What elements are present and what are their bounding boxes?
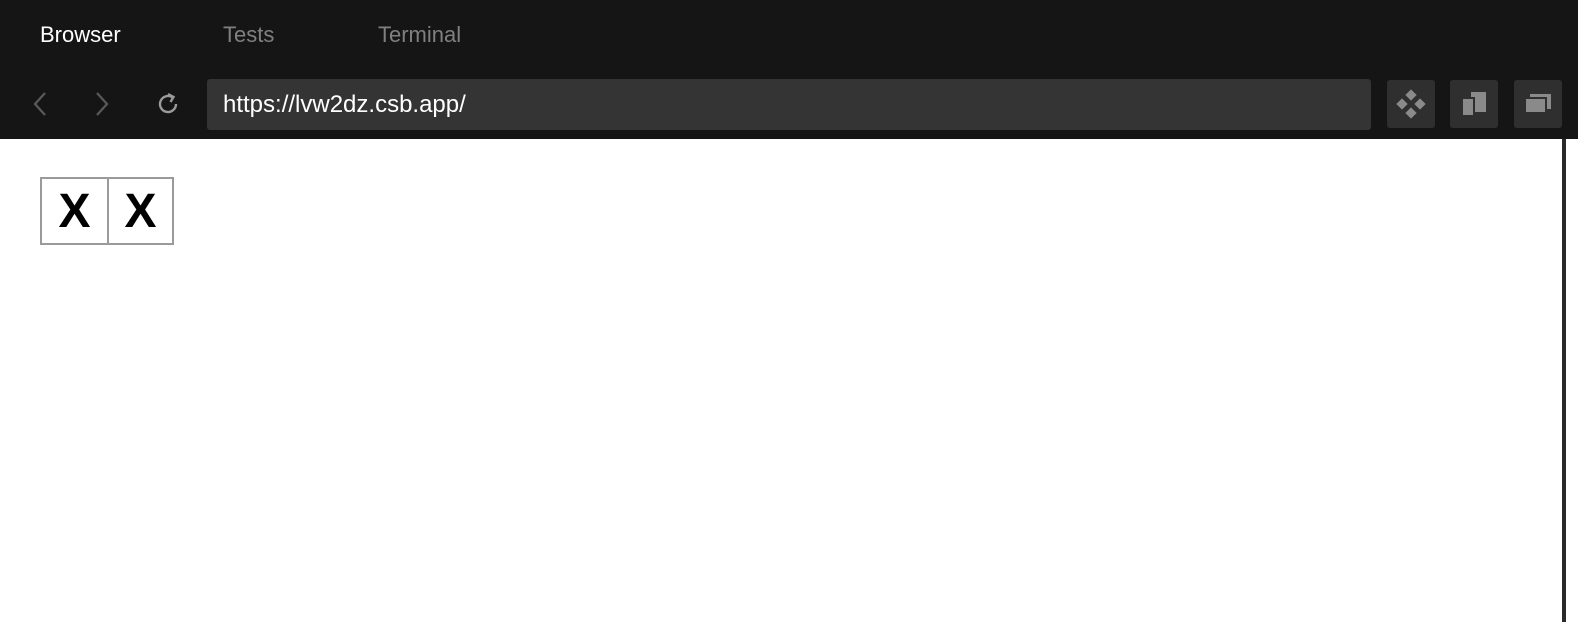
resize-handle[interactable]: [1562, 139, 1566, 622]
devtools-diamond-icon: [1396, 89, 1426, 119]
tab-bar: Browser Tests Terminal: [0, 0, 1578, 70]
app-window: Browser Tests Terminal https://lvw2dz.cs…: [0, 0, 1578, 622]
browser-preview: X X: [0, 139, 1562, 622]
game-board: X X: [40, 177, 174, 245]
chevron-left-icon: [33, 92, 46, 116]
tab-terminal[interactable]: Terminal: [378, 22, 461, 48]
navigation-bar: [0, 70, 1578, 139]
board-cell[interactable]: X: [42, 179, 107, 243]
reload-button[interactable]: [146, 82, 190, 126]
back-button[interactable]: [18, 82, 62, 126]
open-window-button[interactable]: [1514, 80, 1562, 128]
tab-browser[interactable]: Browser: [40, 22, 121, 48]
forward-button[interactable]: [80, 82, 124, 126]
split-view-icon: [1461, 92, 1486, 117]
open-window-icon: [1524, 94, 1551, 114]
devtools-button[interactable]: [1387, 80, 1435, 128]
url-input[interactable]: [223, 90, 1371, 119]
tab-tests[interactable]: Tests: [223, 22, 274, 48]
board-cell[interactable]: X: [107, 179, 172, 243]
reload-icon: [158, 92, 178, 114]
chevron-right-icon: [96, 92, 109, 116]
split-view-button[interactable]: [1450, 80, 1498, 128]
url-bar: [207, 79, 1371, 130]
